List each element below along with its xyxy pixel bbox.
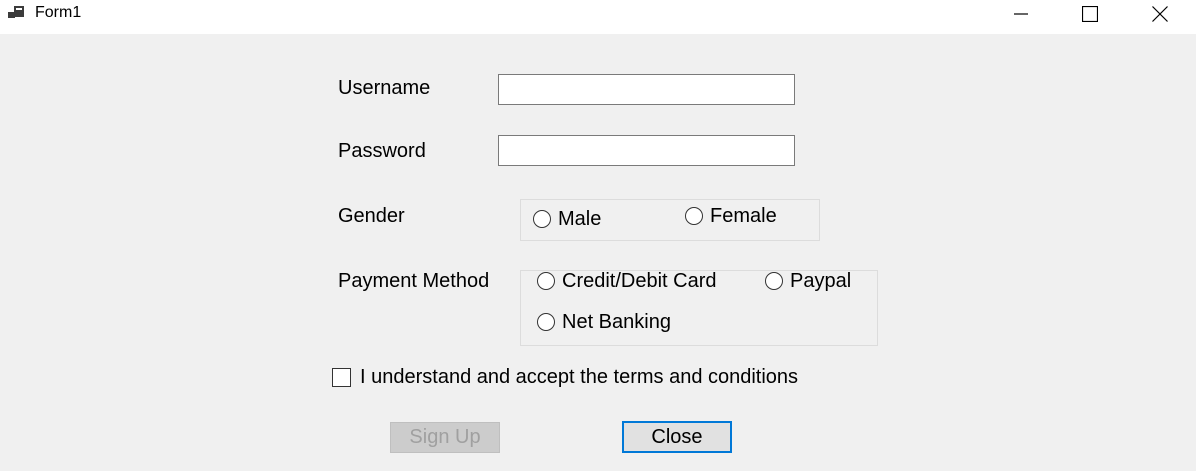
terms-label: I understand and accept the terms and co… [360,366,799,388]
payment-paypal-label: Paypal [790,270,852,292]
maximize-button[interactable] [1067,0,1113,28]
payment-netbanking-label: Net Banking [562,311,671,333]
gender-label: Gender [338,205,405,227]
username-label: Username [338,77,431,99]
close-window-button[interactable] [1137,0,1183,28]
radio-circle-icon [765,272,783,290]
password-input[interactable] [498,135,795,166]
gender-female-label: Female [710,205,777,227]
payment-method-label: Payment Method [338,270,490,292]
title-bar[interactable]: Form1 [0,0,1196,34]
minimize-icon [1014,13,1028,15]
gender-male-label: Male [558,208,602,230]
gender-male-radio[interactable]: Male [533,207,601,231]
checkbox-icon [332,367,351,387]
form-body: Username Password Gender Male Female Pay… [0,34,1196,471]
username-input[interactable] [498,74,795,105]
sign-up-button[interactable]: Sign Up [390,422,500,453]
maximize-icon [1082,6,1098,22]
radio-circle-icon [533,210,551,228]
close-icon [1152,6,1168,22]
minimize-button[interactable] [998,0,1044,28]
gender-female-radio[interactable]: Female [685,204,777,228]
app-icon [8,6,24,18]
password-label: Password [338,140,426,162]
window-title: Form1 [35,4,82,21]
radio-circle-icon [685,207,703,225]
payment-card-label: Credit/Debit Card [562,270,717,292]
payment-netbanking-radio[interactable]: Net Banking [537,310,671,334]
payment-card-radio[interactable]: Credit/Debit Card [537,269,717,293]
payment-paypal-radio[interactable]: Paypal [765,269,851,293]
radio-circle-icon [537,272,555,290]
close-button[interactable]: Close [622,421,732,453]
terms-checkbox[interactable]: I understand and accept the terms and co… [332,365,798,389]
radio-circle-icon [537,313,555,331]
